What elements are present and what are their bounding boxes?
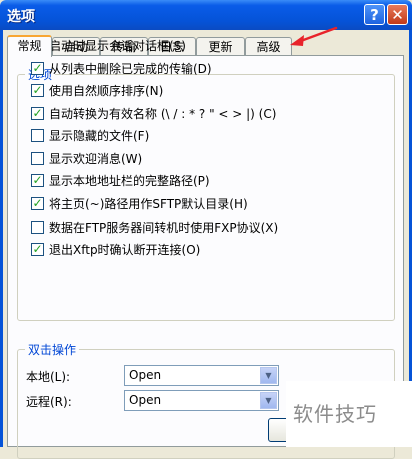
tab-advanced[interactable]: 高级	[245, 37, 292, 56]
select-value: Open	[129, 393, 162, 407]
option-checkbox-row[interactable]: ✓ 将主页(~)路径用作SFTP默认目录(H)	[31, 195, 248, 211]
option-checkbox-row[interactable]: 显示隐藏的文件(F)	[31, 127, 149, 143]
tab-update[interactable]: 更新	[196, 37, 245, 56]
checkbox-checked[interactable]: ✓	[31, 172, 44, 187]
option-label: 使用自然顺序排序(N)	[49, 83, 164, 98]
remote-action-label: 远程(R):	[26, 395, 72, 409]
checkbox-unchecked[interactable]	[31, 128, 44, 142]
checkbox-checked[interactable]: ✓	[31, 195, 44, 210]
tab-label: 更新	[208, 40, 233, 54]
option-checkbox-row[interactable]: ✓ 自动转换为有效名称 (\ / : * ? " < > |) (C)	[31, 105, 276, 121]
watermark-text: 软件技巧	[293, 402, 377, 426]
option-checkbox-row[interactable]: 启动时显示会话对话框(S)	[31, 37, 186, 53]
option-label: 显示欢迎消息(W)	[49, 151, 143, 166]
option-label: 从列表中删除已完成的传输(D)	[49, 61, 212, 76]
option-checkbox-row[interactable]: 数据在FTP服务器间转机时使用FXP协议(X)	[31, 219, 278, 235]
option-checkbox-row[interactable]: 显示欢迎消息(W)	[31, 150, 142, 166]
option-checkbox-row[interactable]: ✓ 从列表中删除已完成的传输(D)	[31, 60, 212, 76]
chevron-down-icon: ▼	[260, 392, 277, 409]
checkmark-icon: ✓	[32, 241, 43, 256]
close-button[interactable]: ✕	[387, 4, 408, 25]
option-label: 显示本地地址栏的完整路径(P)	[49, 173, 210, 188]
double-click-group-label: 双击操作	[25, 341, 80, 358]
option-checkbox-row[interactable]: ✓ 使用自然顺序排序(N)	[31, 82, 163, 98]
checkbox-checked[interactable]: ✓	[31, 105, 44, 120]
checkmark-icon: ✓	[32, 105, 43, 120]
checkbox-checked[interactable]: ✓	[31, 82, 44, 97]
checkbox-unchecked[interactable]	[31, 220, 44, 234]
close-icon: ✕	[391, 6, 404, 24]
window-title: 选项	[7, 9, 35, 25]
option-label: 自动转换为有效名称 (\ / : * ? " < > |) (C)	[49, 106, 277, 121]
option-checkbox-row[interactable]: ✓ 退出Xftp时确认断开连接(O)	[31, 241, 200, 257]
tab-label: 高级	[256, 40, 281, 54]
option-checkbox-row[interactable]: ✓ 显示本地地址栏的完整路径(P)	[31, 172, 210, 188]
checkbox-checked[interactable]: ✓	[31, 60, 44, 75]
option-label: 数据在FTP服务器间转机时使用FXP协议(X)	[49, 220, 279, 235]
question-mark-icon: ?	[370, 6, 379, 24]
option-label: 退出Xftp时确认断开连接(O)	[49, 242, 201, 257]
chevron-down-icon: ▼	[260, 367, 277, 384]
remote-action-select[interactable]: Open ▼	[124, 390, 279, 411]
tab-label: 常规	[17, 39, 42, 53]
option-label: 将主页(~)路径用作SFTP默认目录(H)	[49, 196, 248, 211]
select-value: Open	[129, 368, 162, 382]
checkmark-icon: ✓	[32, 60, 43, 75]
annotation-arrow-icon	[290, 26, 338, 46]
help-button[interactable]: ?	[364, 4, 385, 25]
title-bar[interactable]: 选项 ? ✕	[0, 0, 412, 30]
local-action-label: 本地(L):	[26, 370, 71, 384]
option-label: 启动时显示会话对话框(S)	[49, 38, 186, 53]
checkbox-checked[interactable]: ✓	[31, 241, 44, 256]
checkmark-icon: ✓	[32, 82, 43, 97]
checkmark-icon: ✓	[32, 172, 43, 187]
tab-general[interactable]: 常规	[7, 35, 52, 57]
checkmark-icon: ✓	[32, 195, 43, 210]
option-label: 显示隐藏的文件(F)	[49, 128, 150, 143]
checkbox-unchecked[interactable]	[31, 151, 44, 165]
local-action-select[interactable]: Open ▼	[124, 365, 279, 386]
